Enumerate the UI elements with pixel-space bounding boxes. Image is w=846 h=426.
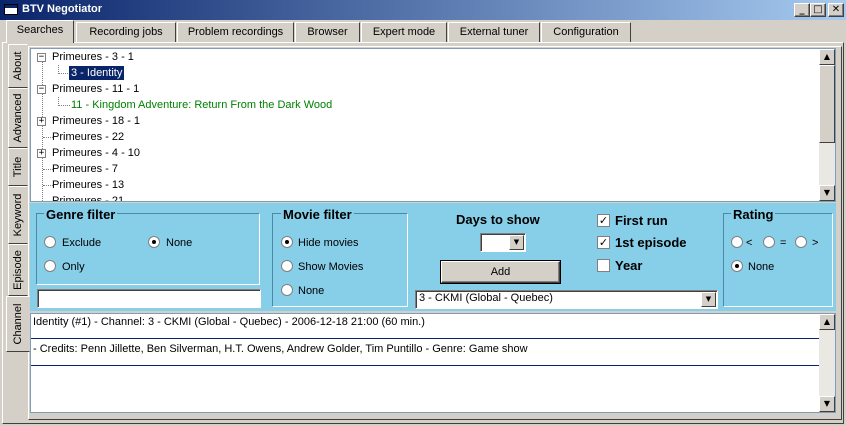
details-scrollbar[interactable]: ▲ ▼ — [819, 314, 835, 412]
tree-item[interactable]: Primeures - 4 - 10 — [52, 146, 140, 160]
expand-icon[interactable]: + — [37, 117, 46, 126]
rating-eq-radio[interactable] — [763, 236, 775, 248]
tree-item[interactable]: Primeures - 21 — [52, 194, 124, 201]
collapse-icon[interactable]: − — [37, 53, 46, 62]
tree-item[interactable]: Primeures - 22 — [52, 130, 124, 144]
genre-exclude-radio[interactable] — [44, 236, 56, 248]
tree-item[interactable]: Primeures - 3 - 1 — [52, 50, 134, 64]
tab-searches[interactable]: Searches — [6, 20, 74, 43]
tab-expert-mode[interactable]: Expert mode — [361, 22, 447, 42]
filter-area: Genre filter Exclude None Only Movie fil… — [30, 203, 836, 311]
movie-hide-radio[interactable] — [281, 236, 293, 248]
dropdown-arrow-icon[interactable]: ▼ — [509, 235, 524, 250]
channel-select-value: 3 - CKMI (Global - Quebec) — [419, 292, 553, 304]
scroll-down-icon[interactable]: ▼ — [819, 396, 835, 412]
rating-title: Rating — [731, 207, 776, 222]
tab-external-tuner[interactable]: External tuner — [448, 22, 540, 42]
tree-item[interactable]: Primeures - 7 — [52, 162, 118, 176]
movie-hide-label: Hide movies — [298, 237, 359, 249]
genre-exclude-label: Exclude — [62, 237, 102, 249]
movie-none-label: None — [298, 285, 325, 297]
rating-none-radio[interactable] — [731, 260, 743, 272]
maximize-button[interactable]: □ — [810, 3, 826, 17]
first-run-label: First run — [615, 213, 668, 228]
scroll-down-icon[interactable]: ▼ — [819, 185, 835, 201]
scroll-up-icon[interactable]: ▲ — [819, 49, 835, 65]
window-title: BTV Negotiator — [22, 3, 103, 15]
minimize-button[interactable]: _ — [794, 3, 810, 17]
side-tab-advanced[interactable]: Advanced — [8, 88, 28, 148]
movie-show-label: Show Movies — [298, 261, 364, 273]
title-bar: BTV Negotiator _ □ ✕ — [0, 0, 846, 20]
scroll-up-icon[interactable]: ▲ — [819, 314, 835, 330]
days-select[interactable]: ▼ — [480, 233, 526, 252]
genre-filter-title: Genre filter — [44, 207, 118, 222]
tab-problem-recordings[interactable]: Problem recordings — [177, 22, 294, 42]
tree-scrollbar[interactable]: ▲ ▼ — [819, 49, 835, 201]
scroll-thumb[interactable] — [819, 65, 835, 143]
genre-only-radio[interactable] — [44, 260, 56, 272]
first-run-checkbox[interactable]: ✓ — [597, 214, 610, 227]
tree-connector — [43, 201, 53, 202]
side-tab-episode[interactable]: Episode — [8, 244, 28, 296]
details-line-credits: - Credits: Penn Jillette, Ben Silverman,… — [33, 343, 528, 355]
movie-show-radio[interactable] — [281, 260, 293, 272]
genre-none-radio[interactable] — [148, 236, 160, 248]
expand-icon[interactable]: + — [37, 149, 46, 158]
tree-item[interactable]: 11 - Kingdom Adventure: Return From the … — [71, 98, 332, 112]
rating-gt-radio[interactable] — [795, 236, 807, 248]
tree-item[interactable]: Primeures - 18 - 1 — [52, 114, 140, 128]
side-tab-keyword[interactable]: Keyword — [8, 186, 28, 244]
first-episode-label: 1st episode — [615, 235, 687, 250]
tab-recording-jobs[interactable]: Recording jobs — [76, 22, 176, 42]
app-icon — [4, 4, 18, 15]
genre-only-label: Only — [62, 261, 85, 273]
tree-item-selected[interactable]: 3 - Identity — [69, 66, 125, 80]
dropdown-arrow-icon[interactable]: ▼ — [701, 292, 716, 307]
details-pane[interactable]: Identity (#1) - Channel: 3 - CKMI (Globa… — [30, 313, 836, 413]
genre-none-label: None — [166, 237, 193, 249]
side-tab-about[interactable]: About — [8, 44, 28, 88]
tree-item[interactable]: Primeures - 13 — [52, 178, 124, 192]
movie-filter-title: Movie filter — [281, 207, 354, 222]
collapse-icon[interactable]: − — [37, 85, 46, 94]
tree-connector — [42, 62, 43, 201]
details-line-program: Identity (#1) - Channel: 3 - CKMI (Globa… — [33, 316, 425, 328]
movie-none-radio[interactable] — [281, 284, 293, 296]
first-episode-checkbox[interactable]: ✓ — [597, 236, 610, 249]
rating-lt-label: < — [746, 237, 753, 249]
tab-browser[interactable]: Browser — [295, 22, 360, 42]
side-tab-channel[interactable]: Channel — [6, 296, 30, 352]
close-button[interactable]: ✕ — [828, 3, 844, 17]
tree-item[interactable]: Primeures - 11 - 1 — [52, 82, 139, 96]
search-tree[interactable]: − Primeures - 3 - 1 3 - Identity − Prime… — [30, 48, 836, 202]
details-separator — [31, 338, 819, 339]
rating-none-label: None — [748, 261, 775, 273]
days-to-show-label: Days to show — [456, 212, 540, 227]
tab-configuration[interactable]: Configuration — [541, 22, 631, 42]
rating-eq-label: = — [780, 237, 787, 249]
year-label: Year — [615, 258, 643, 273]
side-tab-title[interactable]: Title — [8, 148, 28, 186]
rating-lt-radio[interactable] — [731, 236, 743, 248]
channel-select[interactable]: 3 - CKMI (Global - Quebec) ▼ — [415, 290, 718, 309]
details-separator — [31, 365, 819, 366]
add-button[interactable]: Add — [441, 261, 560, 283]
genre-input[interactable] — [37, 289, 261, 308]
rating-gt-label: > — [812, 237, 819, 249]
year-checkbox[interactable] — [597, 259, 610, 272]
tree-connector — [59, 105, 70, 106]
